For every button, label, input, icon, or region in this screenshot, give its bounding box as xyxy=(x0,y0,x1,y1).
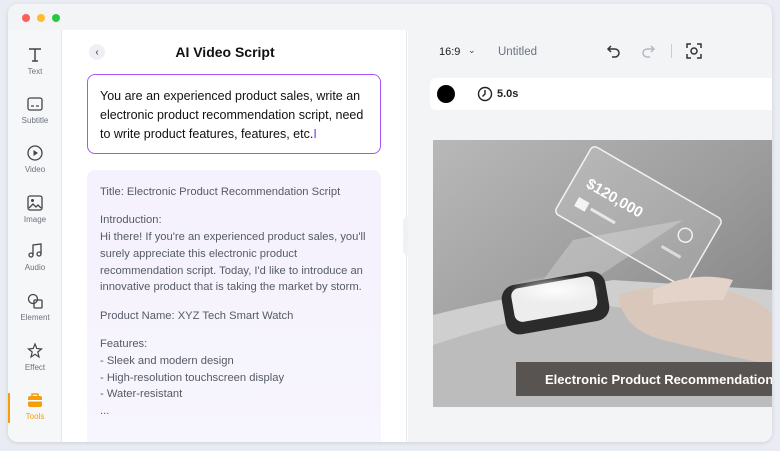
toolbar-divider xyxy=(671,44,672,58)
chevron-down-icon[interactable]: ⌄ xyxy=(468,45,476,56)
panel-title: AI Video Script xyxy=(175,44,275,60)
feature-item: - High-resolution touchscreen display xyxy=(100,371,285,384)
tool-text[interactable]: Text xyxy=(8,44,62,90)
tool-tools[interactable]: Tools xyxy=(8,389,62,435)
tool-video[interactable]: Video xyxy=(8,142,62,188)
effect-icon xyxy=(26,342,44,359)
tool-effect[interactable]: Effect xyxy=(8,340,62,386)
tool-audio-label: Audio xyxy=(24,263,46,272)
video-icon xyxy=(27,145,43,161)
image-icon xyxy=(27,195,43,211)
preview-area: 16:9 ⌄ Untitled 5.0s $120,000 Electronic… xyxy=(408,30,772,442)
document-title[interactable]: Untitled xyxy=(498,46,537,58)
result-title-line: Title: Electronic Product Recommendation… xyxy=(100,186,341,198)
caption-text: Electronic Product Recommendation xyxy=(545,371,772,387)
text-icon xyxy=(29,48,41,62)
aspect-ratio-select[interactable]: 16:9 xyxy=(439,46,460,58)
script-result[interactable]: Title: Electronic Product Recommendation… xyxy=(87,170,381,442)
preview-toolbar: 16:9 ⌄ Untitled xyxy=(408,30,772,70)
result-features: Features: - Sleek and modern design - Hi… xyxy=(100,336,368,420)
feature-item: - Water-resistant xyxy=(100,388,183,401)
clock-icon xyxy=(477,86,493,102)
tool-audio[interactable]: Audio xyxy=(8,240,62,286)
tools-icon xyxy=(28,393,42,407)
subtitle-icon xyxy=(27,97,43,111)
tool-effect-label: Effect xyxy=(24,363,46,372)
screenshot-icon[interactable] xyxy=(685,42,703,60)
clip-properties-bar: 5.0s xyxy=(430,78,772,110)
duration-value[interactable]: 5.0s xyxy=(497,88,518,100)
minimize-window-button[interactable] xyxy=(37,14,45,22)
tool-element-label: Element xyxy=(20,313,50,322)
close-window-button[interactable] xyxy=(22,14,30,22)
intro-body: Hi there! If you're an experienced produ… xyxy=(100,231,366,294)
tool-rail: Text Subtitle Video Image Audio Element … xyxy=(8,30,62,442)
video-preview-canvas[interactable]: $120,000 Electronic Product Recommendati… xyxy=(433,140,772,407)
tool-image[interactable]: Image xyxy=(8,192,62,238)
prompt-text: You are an experienced product sales, wr… xyxy=(100,89,364,141)
tool-text-label: Text xyxy=(27,67,43,76)
result-product-name: Product Name: XYZ Tech Smart Watch xyxy=(100,309,294,322)
tool-tools-label: Tools xyxy=(25,412,45,421)
element-icon xyxy=(27,293,43,309)
features-heading: Features: xyxy=(100,338,148,351)
maximize-window-button[interactable] xyxy=(52,14,60,22)
tool-subtitle-label: Subtitle xyxy=(21,116,49,125)
prompt-input[interactable]: You are an experienced product sales, wr… xyxy=(87,74,381,154)
tool-image-label: Image xyxy=(23,215,47,224)
intro-heading: Introduction: xyxy=(100,214,162,227)
tool-video-label: Video xyxy=(24,165,46,174)
title-bar xyxy=(8,4,772,30)
text-cursor-icon: I xyxy=(313,127,317,141)
more-ellipsis: ... xyxy=(100,405,110,418)
tool-subtitle[interactable]: Subtitle xyxy=(8,93,62,139)
result-introduction: Introduction: Hi there! If you're an exp… xyxy=(100,212,368,296)
audio-icon xyxy=(28,243,42,258)
feature-item: - Sleek and modern design xyxy=(100,354,234,367)
undo-icon[interactable] xyxy=(605,42,623,60)
app-window: Text Subtitle Video Image Audio Element … xyxy=(8,4,772,442)
tool-element[interactable]: Element xyxy=(8,290,62,336)
redo-icon[interactable] xyxy=(639,42,657,60)
color-swatch[interactable] xyxy=(437,85,455,103)
ai-script-panel: ‹ AI Video Script You are an experienced… xyxy=(63,30,407,442)
caption-overlay[interactable]: Electronic Product Recommendation xyxy=(516,362,772,396)
